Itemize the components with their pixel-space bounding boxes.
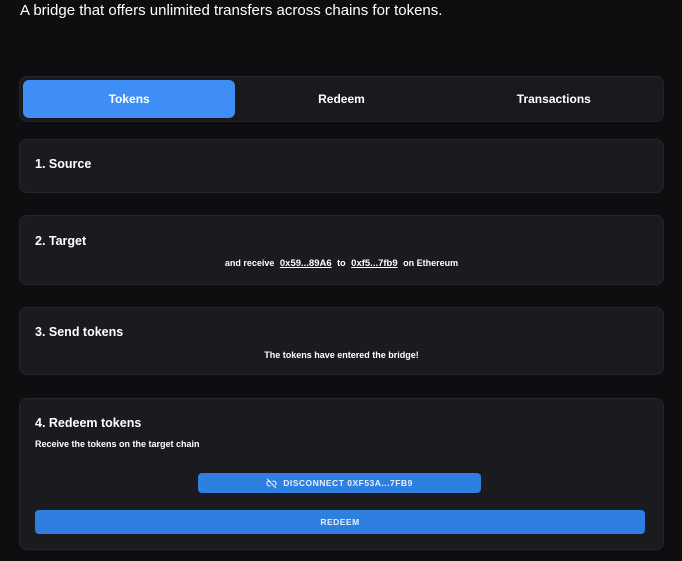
- target-chain-text: on Ethereum: [403, 258, 459, 268]
- step-target-title: 2. Target: [35, 234, 87, 248]
- tab-tokens[interactable]: Tokens: [23, 80, 236, 118]
- target-connector-text: to: [337, 258, 346, 268]
- bridge-page: A bridge that offers unlimited transfers…: [0, 0, 682, 561]
- step-target-card: 2. Target and receive 0x59...89A6 to 0xf…: [19, 215, 664, 285]
- target-summary: and receive 0x59...89A6 to 0xf5...7fb9 o…: [20, 258, 663, 269]
- tab-redeem[interactable]: Redeem: [235, 80, 447, 118]
- unlink-icon: [266, 478, 277, 489]
- send-status-text: The tokens have entered the bridge!: [264, 350, 419, 360]
- redeem-button[interactable]: REDEEM: [35, 510, 645, 534]
- tab-bar: Tokens Redeem Transactions: [19, 76, 664, 122]
- page-tagline: A bridge that offers unlimited transfers…: [20, 2, 443, 19]
- disconnect-wallet-button[interactable]: DISCONNECT 0XF53A...7FB9: [198, 473, 481, 493]
- step-source-title: 1. Source: [35, 157, 92, 171]
- tab-transactions[interactable]: Transactions: [448, 80, 660, 118]
- step-source-card: 1. Source: [19, 139, 664, 193]
- step-send-title: 3. Send tokens: [35, 325, 124, 339]
- recipient-address-link[interactable]: 0xf5...7fb9: [351, 258, 397, 269]
- step-redeem-title: 4. Redeem tokens: [35, 416, 142, 430]
- token-address-link[interactable]: 0x59...89A6: [280, 258, 332, 269]
- target-prefix-text: and receive: [224, 258, 275, 268]
- step-redeem-subtitle: Receive the tokens on the target chain: [35, 439, 200, 449]
- disconnect-button-label: DISCONNECT 0XF53A...7FB9: [283, 478, 413, 488]
- step-send-card: 3. Send tokens The tokens have entered t…: [19, 307, 664, 375]
- step-redeem-card: 4. Redeem tokens Receive the tokens on t…: [19, 398, 664, 550]
